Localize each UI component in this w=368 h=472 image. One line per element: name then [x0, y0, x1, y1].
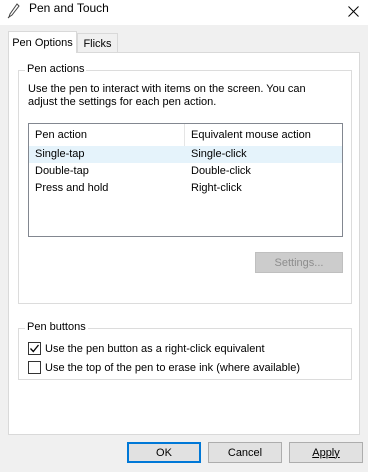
erase-ink-option[interactable]: Use the top of the pen to erase ink (whe… [28, 360, 300, 375]
pen-actions-legend: Pen actions [25, 63, 87, 75]
list-header: Pen action Equivalent mouse action [29, 124, 342, 146]
list-item-mouse-action: Right-click [191, 182, 242, 194]
pen-actions-description: Use the pen to interact with items on th… [28, 83, 306, 108]
right-click-checkbox[interactable] [28, 342, 41, 355]
list-item-action: Double-tap [35, 165, 89, 177]
tab-pen-options[interactable]: Pen Options [8, 31, 77, 53]
list-item-action: Press and hold [35, 182, 109, 194]
cancel-button[interactable]: Cancel [208, 442, 282, 463]
right-click-label: Use the pen button as a right-click equi… [45, 342, 265, 355]
settings-button[interactable]: Settings... [255, 252, 343, 273]
apply-button[interactable]: Apply [289, 442, 363, 463]
pen-buttons-legend: Pen buttons [25, 321, 88, 333]
close-button[interactable] [338, 0, 368, 22]
erase-ink-label: Use the top of the pen to erase ink (whe… [45, 361, 300, 374]
right-click-option[interactable]: Use the pen button as a right-click equi… [28, 341, 265, 356]
window-title: Pen and Touch [29, 1, 109, 15]
pen-buttons-group: Pen buttons Use the pen button as a righ… [18, 321, 352, 380]
tab-panel-pen-options: Pen actions Use the pen to interact with… [8, 52, 360, 435]
list-item-action: Single-tap [35, 148, 85, 160]
pen-actions-group: Pen actions Use the pen to interact with… [18, 63, 352, 304]
list-item-mouse-action: Single-click [191, 148, 247, 160]
list-item-single-tap[interactable]: Single-tap Single-click [29, 146, 342, 163]
pen-actions-list[interactable]: Pen action Equivalent mouse action Singl… [28, 123, 343, 237]
ok-button[interactable]: OK [127, 442, 201, 463]
list-item-press-and-hold[interactable]: Press and hold Right-click [29, 180, 342, 197]
list-item-double-tap[interactable]: Double-tap Double-click [29, 163, 342, 180]
erase-ink-checkbox[interactable] [28, 361, 41, 374]
column-header-mouse-action[interactable]: Equivalent mouse action [185, 124, 342, 146]
pen-icon [7, 3, 21, 19]
close-icon [347, 5, 359, 17]
list-item-mouse-action: Double-click [191, 165, 251, 177]
checkmark-icon [30, 344, 40, 353]
dialog-body: Pen Options Flicks Pen actions Use the p… [0, 25, 368, 472]
tab-flicks[interactable]: Flicks [77, 33, 118, 53]
title-bar: Pen and Touch [0, 0, 368, 25]
column-header-pen-action[interactable]: Pen action [29, 124, 185, 146]
